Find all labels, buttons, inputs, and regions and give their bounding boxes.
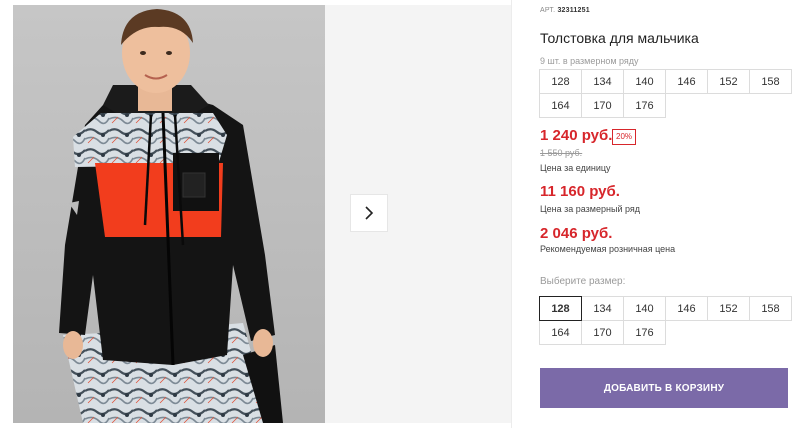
product-gallery	[0, 0, 512, 428]
product-info: АРТ. 32311251 Толстовка для мальчика 9 ш…	[539, 0, 792, 428]
range-size-cell: 176	[623, 93, 666, 118]
old-price: 1 550 руб.	[540, 148, 583, 158]
size-option[interactable]: 152	[707, 296, 750, 321]
size-option[interactable]: 158	[749, 296, 792, 321]
article-number: 32311251	[557, 7, 590, 14]
chevron-right-icon	[365, 206, 374, 220]
product-title: Толстовка для мальчика	[540, 30, 699, 46]
product-photo[interactable]	[13, 5, 325, 423]
size-option[interactable]: 128	[539, 296, 582, 321]
add-to-cart-button[interactable]: ДОБАВИТЬ В КОРЗИНУ	[540, 368, 788, 408]
range-size-cell: 146	[665, 69, 708, 94]
range-price-caption: Цена за размерный ряд	[540, 204, 641, 214]
range-size-cell: 140	[623, 69, 666, 94]
choose-size-caption: Выберите размер:	[540, 276, 626, 287]
gallery-next-button[interactable]	[350, 194, 388, 232]
range-size-cell: 152	[707, 69, 750, 94]
retail-price-caption: Рекомендуемая розничная цена	[540, 244, 676, 254]
range-size-grid: 128 134 140 146 152 158 164 170 176	[539, 69, 792, 118]
discount-badge: 20%	[612, 129, 637, 145]
unit-price-caption: Цена за единицу	[540, 163, 611, 173]
retail-price: 2 046 руб.	[540, 225, 613, 242]
range-price: 11 160 руб.	[540, 183, 620, 200]
article-line: АРТ. 32311251	[540, 7, 590, 14]
size-selector: 128 134 140 146 152 158 164 170 176	[539, 296, 792, 345]
size-option[interactable]: 176	[623, 320, 666, 345]
size-option[interactable]: 164	[539, 320, 582, 345]
range-size-cell: 128	[539, 69, 582, 94]
size-option[interactable]: 170	[581, 320, 624, 345]
unit-price: 1 240 руб.	[540, 127, 613, 144]
boy-in-hoodie-image	[13, 5, 325, 423]
size-option[interactable]: 146	[665, 296, 708, 321]
range-size-cell: 134	[581, 69, 624, 94]
range-count-caption: 9 шт. в размерном ряду	[540, 56, 639, 66]
range-size-cell: 164	[539, 93, 582, 118]
size-option[interactable]: 140	[623, 296, 666, 321]
size-option[interactable]: 134	[581, 296, 624, 321]
range-size-cell: 158	[749, 69, 792, 94]
article-label: АРТ.	[540, 7, 556, 14]
range-size-cell: 170	[581, 93, 624, 118]
